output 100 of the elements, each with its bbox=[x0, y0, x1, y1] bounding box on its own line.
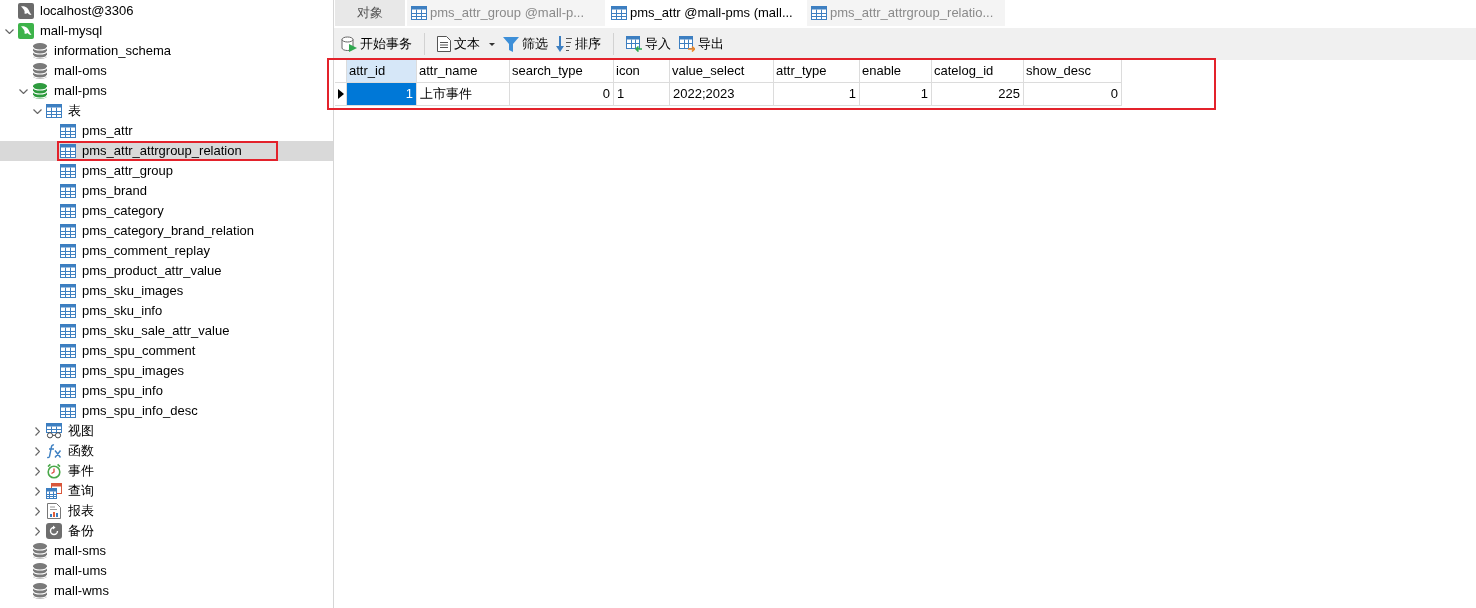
toolbar-button[interactable]: 导出 bbox=[675, 32, 728, 56]
tree-item[interactable]: information_schema bbox=[0, 41, 333, 61]
alarm-clock-icon bbox=[46, 463, 62, 479]
sort-icon bbox=[556, 36, 572, 52]
column-header[interactable]: show_desc bbox=[1024, 60, 1122, 83]
chevron-right-icon[interactable] bbox=[34, 466, 40, 476]
table-icon bbox=[60, 384, 76, 398]
tree-item[interactable]: pms_sku_images bbox=[0, 281, 333, 301]
table-icon bbox=[60, 244, 76, 258]
column-header[interactable]: attr_name bbox=[417, 60, 510, 83]
tree-item[interactable]: pms_spu_images bbox=[0, 361, 333, 381]
toolbar-button[interactable]: 导入 bbox=[622, 32, 675, 56]
tree-item[interactable]: pms_sku_sale_attr_value bbox=[0, 321, 333, 341]
chevron-down-icon[interactable] bbox=[32, 108, 42, 114]
view-icon bbox=[46, 423, 62, 439]
table-icon bbox=[60, 364, 76, 378]
database-icon bbox=[33, 43, 47, 59]
column-header[interactable]: attr_id bbox=[347, 60, 417, 83]
database-play-icon bbox=[341, 36, 357, 52]
query-icon bbox=[46, 483, 62, 499]
column-header[interactable]: icon bbox=[614, 60, 670, 83]
tree-item[interactable]: pms_brand bbox=[0, 181, 333, 201]
table-icon bbox=[60, 324, 76, 338]
table-export-icon bbox=[679, 36, 695, 52]
table-icon bbox=[60, 284, 76, 298]
database-icon bbox=[33, 563, 47, 579]
column-header[interactable]: value_select bbox=[670, 60, 774, 83]
chevron-right-icon[interactable] bbox=[34, 426, 40, 436]
tree-item[interactable]: 事件 bbox=[0, 461, 333, 481]
table-icon bbox=[60, 404, 76, 418]
document-icon bbox=[437, 36, 451, 52]
tree-item[interactable]: pms_attr_group bbox=[0, 161, 333, 181]
chevron-down-icon[interactable] bbox=[4, 28, 14, 34]
table-cell: 上市事件 bbox=[417, 83, 510, 106]
report-icon bbox=[47, 503, 61, 519]
tree-item[interactable]: 表 bbox=[0, 101, 333, 121]
column-header[interactable]: enable bbox=[860, 60, 932, 83]
tree-item[interactable]: mall-sms bbox=[0, 541, 333, 561]
tree-item[interactable]: pms_product_attr_value bbox=[0, 261, 333, 281]
tree-item[interactable]: 函数 bbox=[0, 441, 333, 461]
table-cell: 0 bbox=[1024, 83, 1122, 106]
chevron-right-icon[interactable] bbox=[34, 506, 40, 516]
tree-item[interactable]: localhost@3306 bbox=[0, 1, 333, 21]
column-header[interactable]: search_type bbox=[510, 60, 614, 83]
tree-item[interactable]: pms_comment_replay bbox=[0, 241, 333, 261]
tree-item[interactable]: mall-pms bbox=[0, 81, 333, 101]
column-header[interactable]: catelog_id bbox=[932, 60, 1024, 83]
chevron-right-icon[interactable] bbox=[34, 486, 40, 496]
table-icon bbox=[60, 144, 76, 158]
table-icon bbox=[60, 204, 76, 218]
table-cell: 1 bbox=[347, 83, 417, 106]
table-cell: 1 bbox=[860, 83, 932, 106]
tab[interactable]: 对象 bbox=[335, 0, 405, 26]
table-cell: 1 bbox=[774, 83, 860, 106]
tree-item[interactable]: pms_attr_attrgroup_relation bbox=[0, 141, 333, 161]
table-icon bbox=[60, 164, 76, 178]
toolbar-button[interactable]: 筛选 bbox=[499, 32, 552, 56]
table-cell: 1 bbox=[614, 83, 670, 106]
table-cell: 2022;2023 bbox=[670, 83, 774, 106]
table-cell: 225 bbox=[932, 83, 1024, 106]
tree-item[interactable]: pms_category bbox=[0, 201, 333, 221]
tree-item[interactable]: 查询 bbox=[0, 481, 333, 501]
tree-item[interactable]: pms_spu_info_desc bbox=[0, 401, 333, 421]
tree-item[interactable]: pms_category_brand_relation bbox=[0, 221, 333, 241]
table-icon bbox=[60, 184, 76, 198]
table-icon bbox=[60, 224, 76, 238]
table-icon bbox=[411, 6, 427, 20]
column-header[interactable]: attr_type bbox=[774, 60, 860, 83]
toolbar-button[interactable]: 排序 bbox=[552, 32, 605, 56]
toolbar-button[interactable]: 开始事务 bbox=[337, 32, 416, 56]
tree-item[interactable]: pms_attr bbox=[0, 121, 333, 141]
tree-item[interactable]: pms_spu_comment bbox=[0, 341, 333, 361]
tree-item[interactable]: 视图 bbox=[0, 421, 333, 441]
row-indicator-cell[interactable] bbox=[335, 83, 347, 106]
tree-item[interactable]: 备份 bbox=[0, 521, 333, 541]
database-icon bbox=[33, 583, 47, 599]
chevron-right-icon[interactable] bbox=[34, 446, 40, 456]
chevron-down-icon[interactable] bbox=[18, 88, 28, 94]
tree-item[interactable]: pms_sku_info bbox=[0, 301, 333, 321]
backup-icon bbox=[46, 523, 62, 539]
tree-item[interactable]: mall-ums bbox=[0, 561, 333, 581]
table-import-icon bbox=[626, 36, 642, 52]
table-icon bbox=[60, 304, 76, 318]
dolphin-icon bbox=[18, 23, 34, 39]
tree-item[interactable]: mall-mysql bbox=[0, 21, 333, 41]
toolbar-button[interactable]: 文本 bbox=[433, 32, 499, 56]
database-icon bbox=[33, 63, 47, 79]
function-icon bbox=[46, 443, 62, 459]
tree-item[interactable]: pms_spu_info bbox=[0, 381, 333, 401]
tree-item[interactable]: 报表 bbox=[0, 501, 333, 521]
table-icon bbox=[611, 6, 627, 20]
chevron-right-icon[interactable] bbox=[34, 526, 40, 536]
tree-item[interactable]: mall-wms bbox=[0, 581, 333, 601]
table-icon bbox=[60, 344, 76, 358]
table-icon bbox=[46, 104, 62, 118]
database-icon bbox=[33, 543, 47, 559]
table-icon bbox=[60, 124, 76, 138]
table-icon bbox=[60, 264, 76, 278]
tree-item[interactable]: mall-oms bbox=[0, 61, 333, 81]
funnel-icon bbox=[503, 36, 519, 52]
